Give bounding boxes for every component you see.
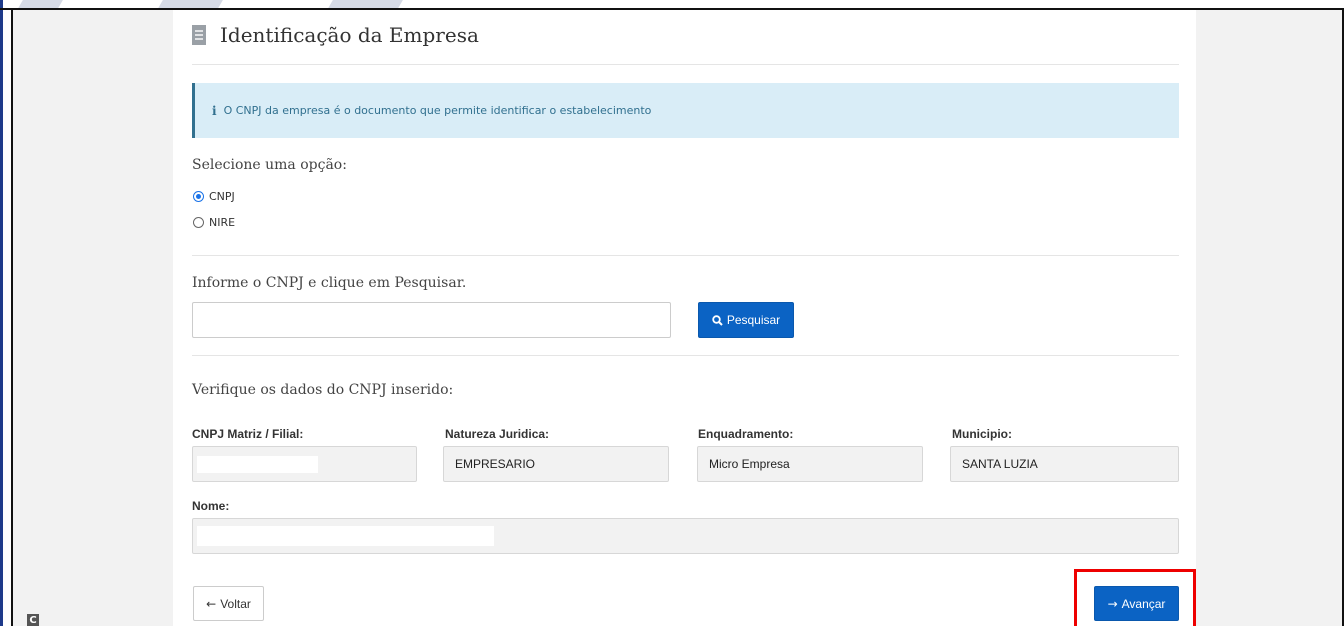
alert-text: O CNPJ da empresa é o documento que perm… <box>223 104 652 117</box>
back-button[interactable]: ← Voltar <box>193 586 264 621</box>
natureza-field: EMPRESARIO <box>443 446 669 482</box>
enquadramento-label: Enquadramento: <box>698 427 794 441</box>
natureza-value: EMPRESARIO <box>455 457 536 471</box>
radio-button[interactable] <box>193 217 204 228</box>
natureza-label: Natureza Juridica: <box>445 427 550 441</box>
divider <box>192 255 1179 256</box>
search-label: Informe o CNPJ e clique em Pesquisar. <box>192 275 467 291</box>
cnpj-search-input[interactable] <box>192 302 671 338</box>
municipio-field: SANTA LUZIA <box>950 446 1179 482</box>
section-header: Identificação da Empresa <box>192 18 479 52</box>
highlight-box <box>1074 569 1196 626</box>
frame-line <box>11 8 13 626</box>
radio-label: NIRE <box>209 216 236 229</box>
selection-label: Selecione uma opção: <box>192 157 347 173</box>
radio-nire[interactable]: NIRE <box>193 216 235 229</box>
radio-label: CNPJ <box>209 190 235 203</box>
redaction <box>197 456 318 473</box>
info-alert: i O CNPJ da empresa é o documento que pe… <box>192 83 1179 138</box>
building-icon <box>192 25 206 45</box>
nome-label: Nome: <box>192 499 230 513</box>
municipio-value: SANTA LUZIA <box>962 457 1038 471</box>
arrow-left-icon: ← <box>206 596 217 611</box>
verify-label: Verifique os dados do CNPJ inserido: <box>192 382 454 398</box>
municipio-label: Municipio: <box>952 427 1012 441</box>
radio-button-checked[interactable] <box>193 191 204 202</box>
redaction <box>197 526 494 546</box>
search-icon <box>712 314 723 326</box>
corner-badge: C <box>27 614 39 626</box>
info-icon: i <box>212 103 217 118</box>
search-button-label: Pesquisar <box>726 313 781 327</box>
section-title: Identificação da Empresa <box>220 23 479 47</box>
enquadramento-value: Micro Empresa <box>709 457 790 471</box>
cnpj-matriz-label: CNPJ Matriz / Filial: <box>192 427 304 441</box>
search-button[interactable]: Pesquisar <box>698 302 794 338</box>
divider <box>192 64 1179 65</box>
back-button-label: Voltar <box>220 596 251 611</box>
left-frame <box>0 0 11 626</box>
radio-cnpj[interactable]: CNPJ <box>193 190 235 203</box>
enquadramento-field: Micro Empresa <box>697 446 923 482</box>
divider <box>192 355 1179 356</box>
